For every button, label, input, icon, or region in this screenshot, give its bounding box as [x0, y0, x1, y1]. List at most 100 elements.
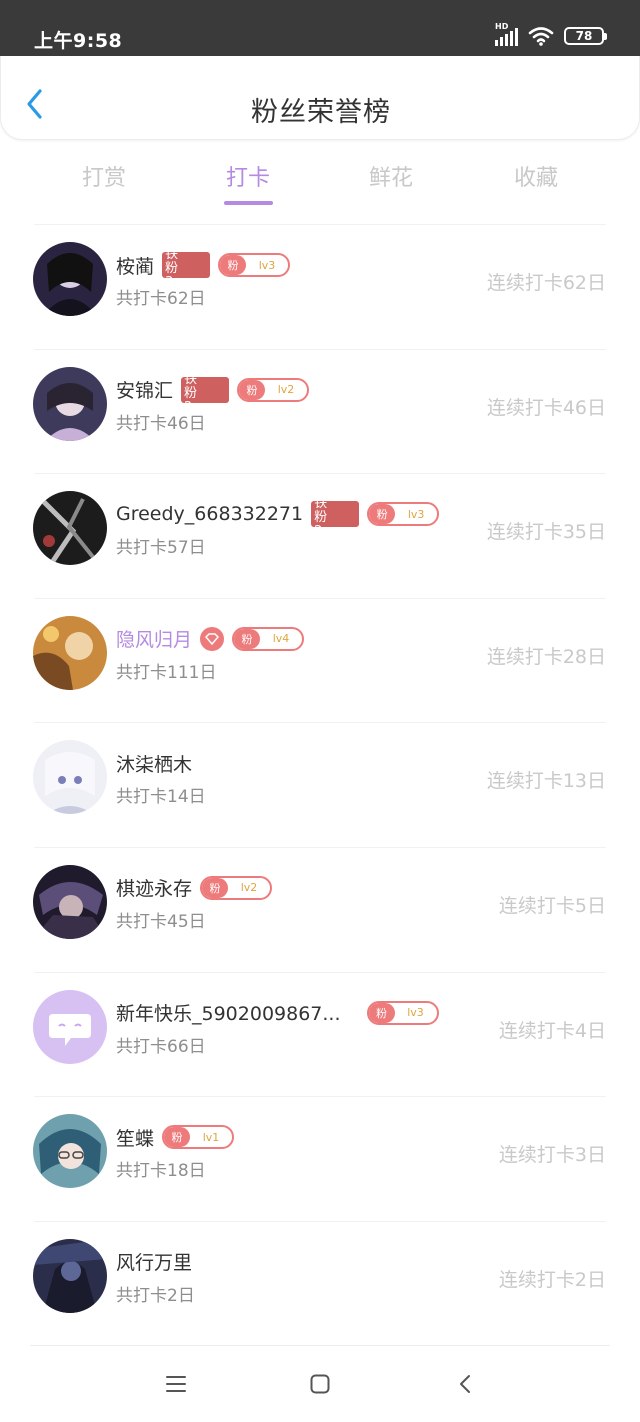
fan-badge-label: 粉: [220, 255, 247, 275]
divider: [34, 597, 606, 599]
streak-checkin: 连续打卡4日: [498, 1019, 606, 1042]
iron-badge-label: 铁粉: [165, 252, 179, 276]
avatar[interactable]: [33, 740, 107, 815]
iron-fan-badge: 铁粉2: [311, 501, 360, 528]
total-checkin: 共打卡57日: [116, 538, 206, 559]
name-row: 新年快乐_5902009867... 粉 lv3: [116, 1000, 439, 1026]
user-name[interactable]: 沐柒栖木: [116, 750, 192, 777]
menu-button[interactable]: [164, 1372, 188, 1396]
total-checkin: 共打卡45日: [116, 911, 206, 932]
fan-badge-level: lv2: [240, 881, 258, 895]
avatar[interactable]: [33, 1238, 107, 1313]
list-item[interactable]: Greedy_668332271 铁粉2 粉 lv3 共打卡57日 连续打卡35日: [0, 473, 640, 598]
divider: [34, 473, 606, 475]
name-row: 棋迹永存 粉 lv2: [116, 874, 273, 901]
battery-indicator: 78: [564, 27, 607, 45]
iron-badge-label: 铁粉: [314, 501, 328, 526]
list-item[interactable]: 笙蝶 粉 lv1 共打卡18日 连续打卡3日: [0, 1096, 640, 1221]
home-button[interactable]: [308, 1372, 332, 1396]
list-item[interactable]: 风行万里 共打卡2日 连续打卡2日: [0, 1220, 640, 1346]
iron-badge-level: 2: [184, 400, 192, 403]
name-row: 沐柒栖木: [116, 750, 192, 776]
total-checkin: 共打卡62日: [116, 289, 206, 309]
system-nav-bar: [0, 1346, 640, 1422]
fan-badge-label: 粉: [369, 504, 396, 525]
list-item[interactable]: 棋迹永存 粉 lv2 共打卡45日 连续打卡5日: [0, 846, 640, 972]
list-item[interactable]: 沐柒栖木 共打卡14日 连续打卡13日: [0, 722, 640, 847]
name-row: 桉蔺 铁粉3 粉 lv3: [116, 252, 291, 279]
diamond-icon: [200, 626, 225, 651]
fan-badge-level: lv3: [407, 1006, 424, 1020]
user-name[interactable]: Greedy_668332271: [116, 503, 303, 525]
user-name[interactable]: 新年快乐_5902009867...: [116, 999, 341, 1026]
fan-badge-level: lv2: [277, 383, 295, 397]
fan-level-badge: 粉 lv4: [232, 626, 305, 651]
user-name[interactable]: 隐风归月: [116, 625, 192, 652]
network-type-label: HD: [495, 22, 509, 31]
divider: [34, 846, 606, 848]
tab-bar: 打赏 打卡 鲜花 收藏: [0, 150, 640, 210]
fan-level-badge: 粉 lv2: [237, 377, 310, 402]
total-checkin: 共打卡111日: [116, 662, 217, 683]
streak-checkin: 连续打卡46日: [486, 396, 606, 419]
tab-reward[interactable]: 打赏: [54, 160, 154, 192]
list-item[interactable]: 安锦汇 铁粉2 粉 lv2 共打卡46日 连续打卡46日: [0, 348, 640, 474]
avatar[interactable]: [33, 615, 107, 690]
name-row: 安锦汇 铁粉2 粉 lv2: [116, 376, 310, 403]
streak-checkin: 连续打卡35日: [486, 521, 606, 544]
iron-badge-level: 3: [165, 275, 173, 279]
name-row: 风行万里: [116, 1249, 192, 1275]
total-checkin: 共打卡46日: [116, 413, 206, 434]
home-icon: [310, 1374, 330, 1394]
avatar[interactable]: [33, 864, 107, 939]
divider: [34, 1220, 606, 1222]
divider: [34, 722, 606, 724]
streak-checkin: 连续打卡2日: [498, 1268, 606, 1291]
tab-favorites[interactable]: 收藏: [486, 160, 586, 192]
avatar[interactable]: [33, 242, 107, 316]
fan-level-badge: 粉 lv3: [366, 1000, 439, 1025]
status-bar: 上午9:58 HD 78: [0, 0, 640, 56]
fan-level-badge: 粉 lv3: [218, 253, 291, 277]
fan-badge-label: 粉: [368, 1002, 395, 1023]
list-item[interactable]: 桉蔺 铁粉3 粉 lv3 共打卡62日 连续打卡62日: [0, 224, 640, 349]
tab-flowers[interactable]: 鲜花: [341, 160, 441, 192]
menu-icon: [166, 1376, 186, 1392]
tab-checkin[interactable]: 打卡: [198, 160, 298, 192]
name-row: 隐风归月 粉 lv4: [116, 625, 305, 652]
list-item[interactable]: 新年快乐_5902009867... 粉 lv3 共打卡66日 连续打卡4日: [0, 971, 640, 1097]
active-tab-indicator: [224, 201, 273, 205]
streak-checkin: 连续打卡3日: [498, 1144, 606, 1167]
user-name[interactable]: 桉蔺: [116, 252, 154, 279]
user-name[interactable]: 笙蝶: [116, 1124, 154, 1151]
fan-badge-level: lv3: [407, 507, 425, 521]
page-header: 粉丝荣誉榜: [0, 56, 640, 140]
avatar[interactable]: [33, 366, 107, 441]
iron-badge-level: 2: [314, 524, 322, 528]
iron-fan-badge: 铁粉2: [181, 376, 230, 403]
name-row: Greedy_668332271 铁粉2 粉 lv3: [116, 501, 440, 528]
iron-fan-badge: 铁粉3: [162, 252, 211, 279]
avatar[interactable]: [33, 491, 107, 566]
back-arrow-icon: [460, 1375, 470, 1393]
fan-level-badge: 粉 lv1: [162, 1125, 235, 1150]
avatar[interactable]: [33, 989, 107, 1064]
wifi-icon: [528, 27, 554, 46]
system-back-button[interactable]: [454, 1372, 478, 1396]
streak-checkin: 连续打卡13日: [486, 770, 606, 793]
cellular-signal-icon: HD: [495, 22, 518, 46]
avatar[interactable]: [33, 1114, 107, 1189]
total-checkin: 共打卡14日: [116, 787, 206, 808]
user-name[interactable]: 安锦汇: [116, 376, 173, 403]
total-checkin: 共打卡66日: [116, 1036, 206, 1057]
status-time: 上午9:58: [34, 30, 123, 52]
divider: [34, 1096, 606, 1098]
user-name[interactable]: 棋迹永存: [116, 874, 192, 901]
fan-level-badge: 粉 lv2: [200, 875, 273, 900]
fan-badge-level: lv3: [258, 258, 276, 272]
user-name[interactable]: 风行万里: [116, 1248, 192, 1275]
fan-badge-label: 粉: [234, 628, 261, 649]
streak-checkin: 连续打卡62日: [486, 272, 606, 294]
fan-level-badge: 粉 lv3: [367, 502, 440, 527]
list-item[interactable]: 隐风归月 粉 lv4 共打卡111日 连续打卡28日: [0, 597, 640, 723]
